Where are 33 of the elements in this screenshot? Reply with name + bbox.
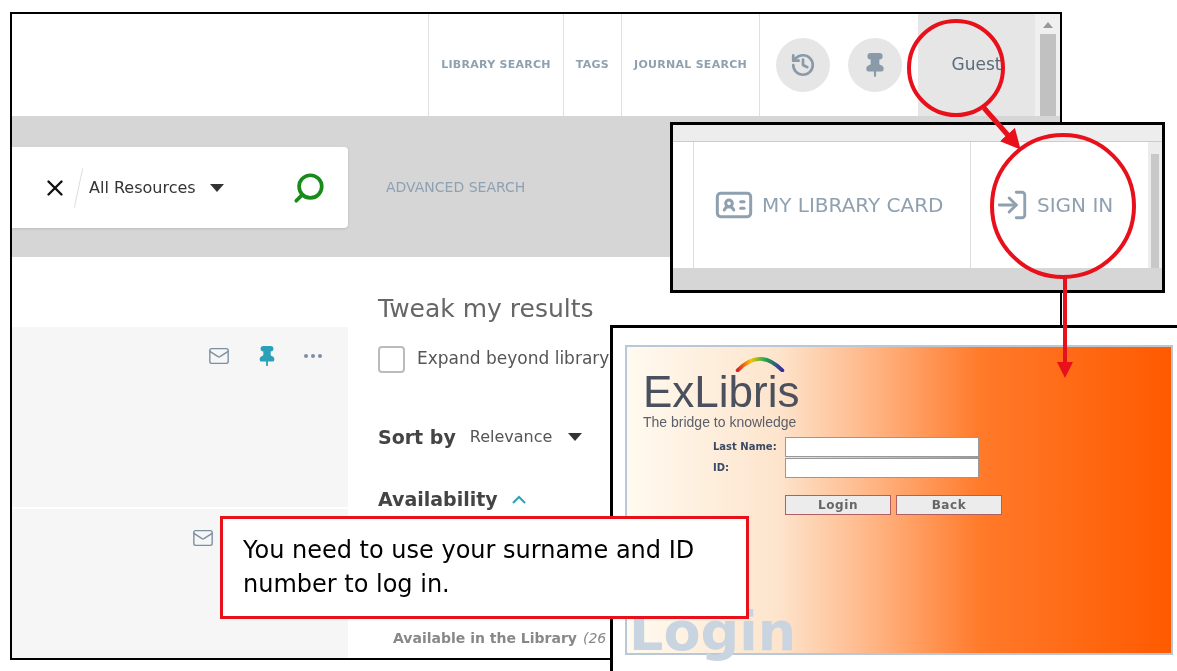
caret-icon <box>568 432 583 441</box>
search-box[interactable]: All Resources <box>12 147 348 228</box>
caret-icon <box>209 183 224 192</box>
sort-dropdown[interactable]: Relevance <box>469 424 583 449</box>
filters-title: Tweak my results <box>378 293 595 325</box>
field-label: Last Name: <box>713 440 778 455</box>
pointer-arrow <box>982 106 1021 150</box>
login-input[interactable] <box>785 436 979 457</box>
logo-tagline: The bridge to knowledge <box>643 412 798 432</box>
expand-label: Expand beyond library <box>417 347 610 371</box>
search-icon <box>292 170 326 205</box>
user-button[interactable]: Guest <box>918 14 1035 116</box>
history-button[interactable] <box>776 38 830 92</box>
availability-heading: Availability <box>378 487 498 512</box>
exlibris-logo: ExLibris <box>643 372 800 412</box>
sort-label: Sort by <box>378 424 456 450</box>
field-label: ID: <box>713 461 731 476</box>
option-count: (26 <box>582 628 607 648</box>
email-icon <box>208 345 230 367</box>
login-form-button[interactable]: Login <box>785 494 891 515</box>
scope-dropdown[interactable]: All Resources <box>89 175 224 200</box>
expand-checkbox[interactable] <box>378 345 405 373</box>
availability-option[interactable]: Available in the Library <box>393 627 577 649</box>
login-input[interactable] <box>785 457 979 478</box>
email-icon <box>192 527 214 549</box>
pin-button[interactable] <box>848 38 902 92</box>
sign-in-icon <box>995 188 1029 222</box>
more-icon[interactable] <box>304 354 322 358</box>
collapse-icon[interactable] <box>511 494 526 504</box>
login-form-button[interactable]: Back <box>896 494 1002 515</box>
advanced-search-link[interactable]: ADVANCED SEARCH <box>386 177 526 198</box>
history-icon <box>790 52 816 78</box>
callout-text: You need to use your surname and ID number to log in. <box>243 535 696 600</box>
